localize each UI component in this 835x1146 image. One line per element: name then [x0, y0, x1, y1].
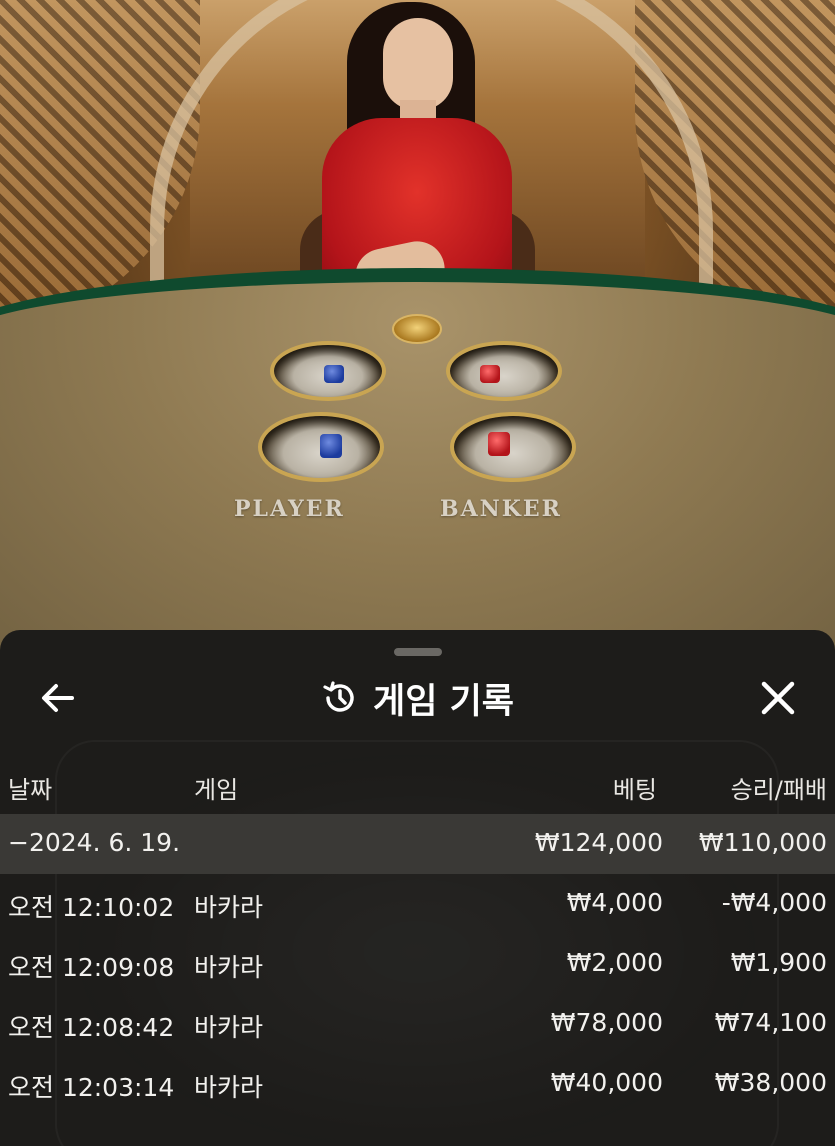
row-bet: ₩40,000 — [550, 1068, 663, 1097]
history-row[interactable]: 오전 12:03:14 바카라 ₩40,000 ₩38,000 — [0, 1054, 835, 1114]
date-group-row[interactable]: −2024. 6. 19. ₩124,000 ₩110,000 — [0, 814, 835, 874]
history-clock-icon — [323, 681, 354, 712]
sheet-title-text: 게임 기록 — [373, 681, 514, 722]
sheet-drag-handle[interactable] — [394, 648, 442, 656]
player-dice-cup-2 — [258, 412, 384, 482]
history-row[interactable]: 오전 12:09:08 바카라 ₩2,000 ₩1,900 — [0, 934, 835, 994]
row-time: 오전 12:10:02 — [8, 893, 175, 922]
red-die — [480, 365, 500, 383]
history-list: −2024. 6. 19. ₩124,000 ₩110,000 오전 12:10… — [0, 814, 835, 1114]
row-game: 바카라 — [194, 1073, 264, 1102]
column-bet: 베팅 — [612, 776, 657, 804]
row-time: 오전 12:03:14 — [8, 1073, 175, 1102]
column-result: 승리/패배 — [730, 776, 827, 804]
row-bet: ₩78,000 — [550, 1008, 663, 1037]
player-dice-cup-1 — [270, 341, 386, 401]
dealer-face — [383, 18, 453, 110]
banker-table-label: BANKER — [440, 496, 562, 522]
blue-die — [320, 434, 342, 458]
group-bet-total: ₩124,000 — [534, 828, 663, 857]
banker-dice-cup-1 — [446, 341, 562, 401]
row-game: 바카라 — [194, 1013, 264, 1042]
row-result: ₩1,900 — [730, 948, 827, 977]
close-button[interactable] — [756, 676, 800, 720]
row-bet: ₩4,000 — [566, 888, 663, 917]
column-date: 날짜 — [8, 776, 53, 804]
history-row[interactable]: 오전 12:08:42 바카라 ₩78,000 ₩74,100 — [0, 994, 835, 1054]
row-time: 오전 12:08:42 — [8, 1013, 175, 1042]
row-result: ₩74,100 — [714, 1008, 827, 1037]
red-die — [488, 432, 510, 456]
row-game: 바카라 — [194, 893, 264, 922]
row-bet: ₩2,000 — [566, 948, 663, 977]
game-history-sheet: 게임 기록 날짜 게임 베팅 승리/패배 −2024. 6. 19. ₩124,… — [0, 630, 835, 1146]
row-time: 오전 12:09:08 — [8, 953, 175, 982]
history-row[interactable]: 오전 12:10:02 바카라 ₩4,000 -₩4,000 — [0, 874, 835, 934]
row-result: ₩38,000 — [714, 1068, 827, 1097]
group-date: −2024. 6. 19. — [8, 828, 181, 857]
dice-shaker — [392, 314, 442, 344]
player-table-label: PLAYER — [234, 496, 345, 522]
column-game: 게임 — [194, 776, 239, 804]
group-result-total: ₩110,000 — [698, 828, 827, 857]
row-game: 바카라 — [194, 953, 264, 982]
close-icon — [761, 681, 795, 715]
live-video-feed: PLAYER BANKER — [0, 0, 835, 660]
blue-die — [324, 365, 344, 383]
table-header: 날짜 게임 베팅 승리/패배 — [0, 762, 835, 812]
row-result: -₩4,000 — [721, 888, 827, 917]
banker-dice-cup-2 — [450, 412, 576, 482]
sheet-title: 게임 기록 — [0, 674, 835, 722]
